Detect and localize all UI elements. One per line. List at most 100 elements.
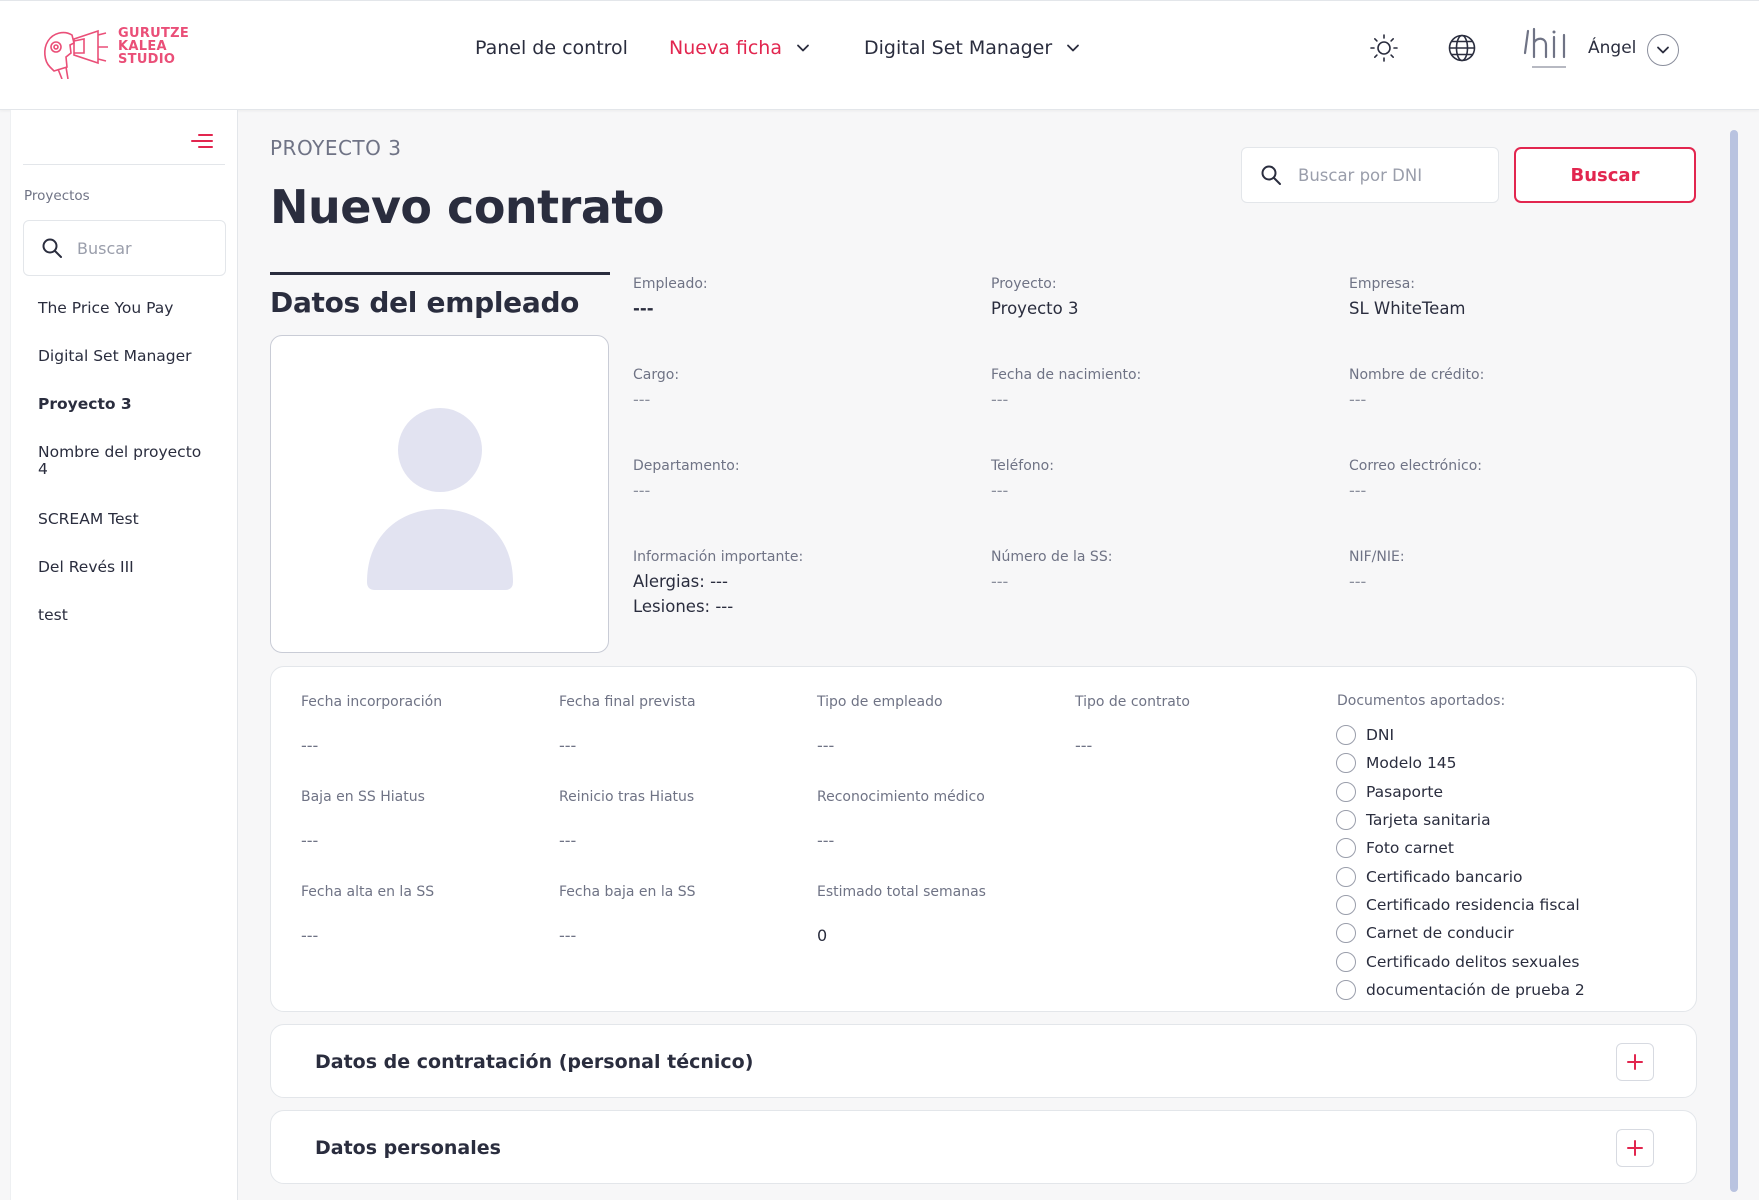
field-empleado: Empleado: --- [633, 276, 708, 318]
plus-icon [1627, 1140, 1643, 1156]
doc-option-certificado-delitos-sexuales[interactable]: Certificado delitos sexuales [1336, 947, 1585, 975]
doc-option-foto-carnet[interactable]: Foto carnet [1336, 834, 1585, 862]
field-value: --- [301, 926, 319, 945]
field-value: --- [633, 481, 651, 500]
nav-label: Panel de control [475, 37, 628, 59]
user-name[interactable]: Ángel [1588, 38, 1636, 58]
brand-logo[interactable]: GURUTZE KALEA STUDIO [40, 23, 210, 79]
chevron-down-icon [1067, 44, 1080, 52]
radio-button[interactable] [1336, 951, 1356, 972]
field-label: Tipo de contrato [1075, 694, 1190, 710]
doc-option-tarjeta-sanitaria[interactable]: Tarjeta sanitaria [1336, 806, 1585, 834]
doc-label: Modelo 145 [1366, 754, 1457, 773]
project-breadcrumb: PROYECTO 3 [270, 136, 402, 160]
field-reinicio-hiatus: Reinicio tras Hiatus --- [559, 789, 694, 850]
project-item-proyecto-3[interactable]: Proyecto 3 [38, 396, 132, 413]
radio-button[interactable] [1336, 753, 1356, 774]
sidebar-divider [23, 164, 225, 165]
field-label: Teléfono: [991, 458, 1054, 474]
doc-label: Pasaporte [1366, 782, 1444, 801]
field-label: Baja en SS Hiatus [301, 789, 425, 805]
field-label: Nombre de crédito: [1349, 367, 1485, 383]
doc-option-certificado-residencia-fiscal[interactable]: Certificado residencia fiscal [1336, 891, 1585, 919]
field-label: Proyecto: [991, 276, 1057, 292]
field-tipo-empleado: Tipo de empleado --- [817, 694, 943, 755]
nav-nueva-ficha[interactable]: Nueva ficha [669, 37, 810, 59]
field-informacion-importante: Información importante: Alergias: --- Le… [633, 549, 803, 616]
sidebar-section-label: Proyectos [24, 188, 90, 204]
user-menu-button[interactable] [1647, 34, 1679, 66]
field-value: --- [559, 831, 577, 850]
project-item-nombre-del-proyecto-4[interactable]: Nombre del proyecto 4 [38, 444, 208, 478]
accordion-title: Datos personales [315, 1137, 501, 1159]
doc-option-modelo-145[interactable]: Modelo 145 [1336, 749, 1585, 777]
field-fecha-baja-ss: Fecha baja en la SS --- [559, 884, 696, 945]
radio-button[interactable] [1336, 979, 1356, 1000]
project-item-the-price-you-pay[interactable]: The Price You Pay [38, 300, 173, 317]
field-value: --- [633, 390, 651, 409]
sidebar-search-input[interactable] [77, 238, 207, 258]
brand-wordmark: GURUTZE KALEA STUDIO [118, 27, 189, 66]
accordion-title: Datos de contratación (personal técnico) [315, 1051, 754, 1073]
field-nif: NIF/NIE: --- [1349, 549, 1405, 591]
field-label: Estimado total semanas [817, 884, 986, 900]
accordion-datos-contratacion[interactable]: Datos de contratación (personal técnico) [270, 1024, 1697, 1098]
chevron-down-icon [1657, 46, 1669, 54]
nav-label: Nueva ficha [669, 37, 782, 59]
nav-digital-set-manager[interactable]: Digital Set Manager [864, 37, 1080, 59]
field-alergias: Alergias: --- [633, 572, 728, 591]
field-tipo-contrato: Tipo de contrato --- [1075, 694, 1190, 755]
page-scrollbar[interactable] [1730, 130, 1738, 1192]
field-telefono: Teléfono: --- [991, 458, 1054, 500]
sidebar-search [23, 220, 226, 276]
doc-option-dni[interactable]: DNI [1336, 721, 1585, 749]
nav-panel-de-control[interactable]: Panel de control [475, 37, 628, 59]
employee-photo[interactable] [270, 335, 609, 653]
radio-button[interactable] [1336, 781, 1356, 802]
doc-option-pasaporte[interactable]: Pasaporte [1336, 778, 1585, 806]
sidebar-collapse-icon[interactable] [191, 132, 213, 150]
project-item-test[interactable]: test [38, 607, 68, 624]
radio-button[interactable] [1336, 838, 1356, 859]
field-value: --- [1349, 390, 1367, 409]
dni-search [1241, 147, 1499, 203]
top-navbar: GURUTZE KALEA STUDIO Panel de control Nu… [0, 0, 1759, 110]
field-label: Fecha incorporación [301, 694, 443, 710]
field-label: Empresa: [1349, 276, 1416, 292]
doc-label: Carnet de conducir [1366, 924, 1514, 943]
field-lesiones: Lesiones: --- [633, 597, 734, 616]
field-proyecto: Proyecto: Proyecto 3 [991, 276, 1078, 318]
doc-label: DNI [1366, 726, 1395, 745]
field-numero-ss: Número de la SS: --- [991, 549, 1112, 591]
doc-label: Certificado residencia fiscal [1366, 895, 1580, 914]
sun-icon[interactable] [1369, 33, 1399, 63]
expand-button[interactable] [1616, 1043, 1654, 1081]
radio-button[interactable] [1336, 725, 1356, 746]
radio-button[interactable] [1336, 866, 1356, 887]
field-label: Correo electrónico: [1349, 458, 1482, 474]
field-label: Reinicio tras Hiatus [559, 789, 695, 805]
field-value: --- [991, 572, 1009, 591]
doc-option-carnet-de-conducir[interactable]: Carnet de conducir [1336, 919, 1585, 947]
search-icon [42, 238, 62, 258]
expand-button[interactable] [1616, 1129, 1654, 1167]
globe-icon[interactable] [1447, 33, 1477, 63]
doc-label: Certificado delitos sexuales [1366, 952, 1580, 971]
radio-button[interactable] [1336, 923, 1356, 944]
field-fecha-incorporacion: Fecha incorporación --- [301, 694, 442, 755]
doc-option-documentacion-de-prueba-2[interactable]: documentación de prueba 2 [1336, 976, 1585, 1004]
field-value: --- [991, 390, 1009, 409]
search-icon [1261, 165, 1281, 185]
doc-option-certificado-bancario[interactable]: Certificado bancario [1336, 862, 1585, 890]
accordion-datos-personales[interactable]: Datos personales [270, 1110, 1697, 1184]
project-item-digital-set-manager[interactable]: Digital Set Manager [38, 348, 192, 365]
dni-search-input[interactable] [1298, 165, 1478, 185]
documents-list: DNI Modelo 145 Pasaporte Tarjeta sanitar… [1336, 721, 1585, 1004]
radio-button[interactable] [1336, 810, 1356, 831]
search-button[interactable]: Buscar [1514, 147, 1696, 203]
radio-button[interactable] [1336, 894, 1356, 915]
project-item-del-reves-iii[interactable]: Del Revés III [38, 559, 134, 576]
field-label: Tipo de empleado [817, 694, 943, 710]
chevron-down-icon [797, 44, 809, 52]
project-item-scream-test[interactable]: SCREAM Test [38, 511, 139, 528]
